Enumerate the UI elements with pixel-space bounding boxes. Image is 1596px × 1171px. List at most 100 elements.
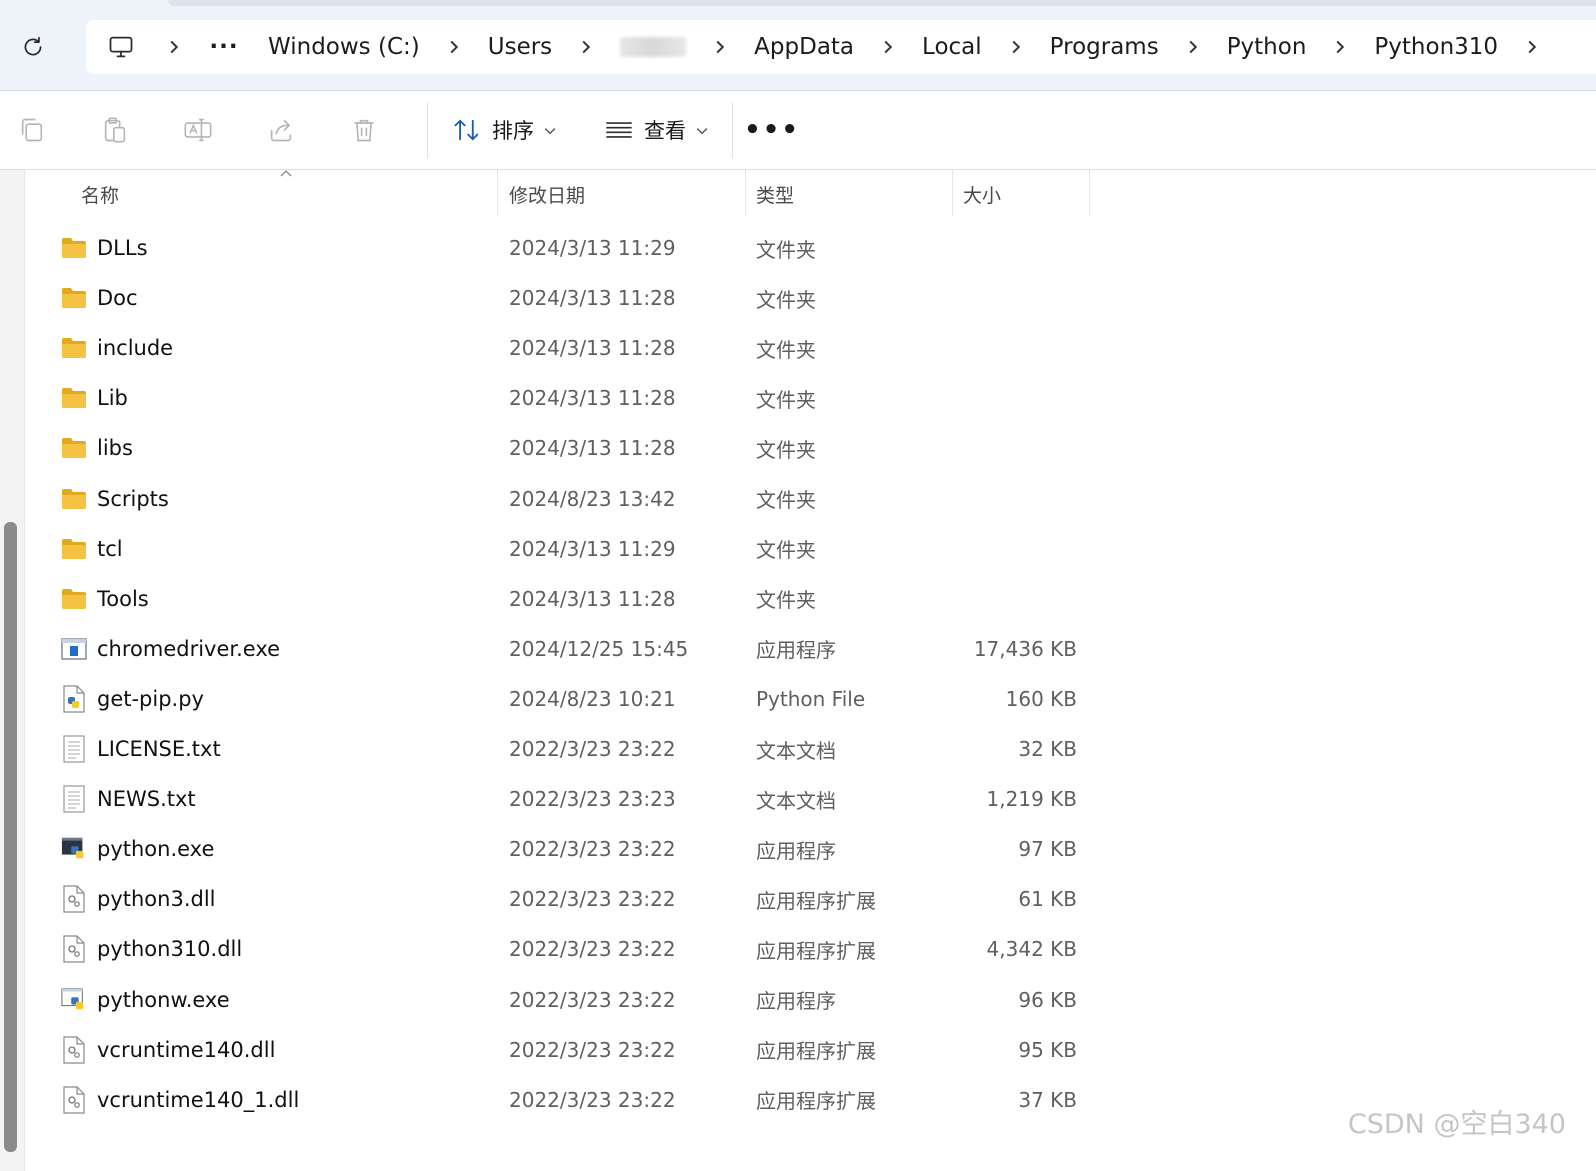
more-options-button[interactable]: ••• [744, 105, 799, 155]
file-name-cell[interactable]: python3.dll [61, 874, 216, 924]
text-file-icon [61, 785, 87, 813]
file-type: 应用程序 [756, 638, 836, 663]
file-row[interactable]: vcruntime140.dll 2022/3/23 23:22 应用程序扩展 95 … [25, 1025, 1596, 1075]
file-modified-date: 2022/3/23 23:22 [509, 887, 676, 912]
address-bar-region: ··· Windows (C:) Users AppData Local Pro… [0, 0, 1596, 91]
file-modified-date: 2024/3/13 11:29 [509, 536, 676, 561]
breadcrumb-separator[interactable] [858, 20, 918, 74]
breadcrumb-item-appdata[interactable]: AppData [750, 20, 858, 74]
delete-button[interactable] [344, 110, 384, 150]
python-app-icon [61, 836, 87, 862]
share-button[interactable] [261, 110, 301, 150]
breadcrumb-item-users[interactable]: Users [484, 20, 556, 74]
file-name-cell[interactable]: python310.dll [61, 924, 242, 974]
file-name-cell[interactable]: pythonw.exe [61, 975, 230, 1025]
file-row[interactable]: pythonw.exe 2022/3/23 23:22 应用程序 96 KB [25, 975, 1596, 1025]
breadcrumb-separator[interactable] [690, 20, 750, 74]
file-row[interactable]: python310.dll 2022/3/23 23:22 应用程序扩展 4,342 … [25, 924, 1596, 974]
share-icon [270, 119, 292, 142]
paste-button[interactable] [95, 110, 135, 150]
file-name-cell[interactable]: libs [61, 423, 133, 473]
view-list-icon [606, 122, 632, 138]
file-row[interactable]: python.exe 2022/3/23 23:22 应用程序 97 KB [25, 824, 1596, 874]
column-header-size[interactable]: 大小 [963, 170, 1001, 218]
breadcrumb-separator[interactable] [424, 20, 484, 74]
file-name-cell[interactable]: DLLs [61, 223, 148, 273]
breadcrumb-separator[interactable] [986, 20, 1046, 74]
file-row[interactable]: NEWS.txt 2022/3/23 23:23 文本文档 1,219 KB [25, 774, 1596, 824]
file-modified-date: 2022/3/23 23:22 [509, 1087, 676, 1112]
column-divider[interactable] [1089, 170, 1090, 216]
file-type: 文本文档 [756, 738, 836, 763]
file-name-cell[interactable]: get-pip.py [61, 674, 204, 724]
sort-ascending-indicator-icon [280, 170, 292, 177]
file-row[interactable]: LICENSE.txt 2022/3/23 23:22 文本文档 32 KB [25, 724, 1596, 774]
breadcrumb-item-local[interactable]: Local [918, 20, 986, 74]
column-divider[interactable] [952, 170, 953, 216]
file-size: 17,436 KB [973, 636, 1077, 661]
file-name: libs [97, 436, 133, 461]
file-type: 应用程序扩展 [756, 1039, 876, 1064]
navigation-pane-scrollbar[interactable] [0, 170, 25, 1171]
file-row[interactable]: Scripts 2024/8/23 13:42 文件夹 [25, 474, 1596, 524]
file-row[interactable]: get-pip.py 2024/8/23 10:21 Python File 160 … [25, 674, 1596, 724]
column-header-modified[interactable]: 修改日期 [509, 170, 585, 218]
file-name-cell[interactable]: python.exe [61, 824, 214, 874]
breadcrumb-item-username-redacted[interactable] [616, 20, 690, 74]
file-name-cell[interactable]: chromedriver.exe [61, 624, 280, 674]
column-header-type[interactable]: 类型 [756, 170, 794, 218]
breadcrumb-separator[interactable] [556, 20, 616, 74]
breadcrumb-overflow-button[interactable]: ··· [192, 20, 256, 74]
file-type: 文本文档 [756, 788, 836, 813]
file-name: vcruntime140_1.dll [97, 1087, 300, 1112]
redacted-username-blur [620, 37, 687, 57]
sort-button[interactable]: 排序 [440, 105, 568, 155]
rename-button[interactable] [178, 110, 218, 150]
file-name-cell[interactable]: LICENSE.txt [61, 724, 221, 774]
python-file-icon [61, 685, 87, 713]
file-explorer-window: ··· Windows (C:) Users AppData Local Pro… [0, 0, 1596, 1171]
file-name-cell[interactable]: Scripts [61, 474, 169, 524]
file-row[interactable]: Doc 2024/3/13 11:28 文件夹 [25, 273, 1596, 323]
file-name-cell[interactable]: include [61, 323, 173, 373]
file-row[interactable]: python3.dll 2022/3/23 23:22 应用程序扩展 61 KB [25, 874, 1596, 924]
file-name-cell[interactable]: Doc [61, 273, 138, 323]
breadcrumb-separator[interactable] [156, 20, 192, 74]
view-button[interactable]: 查看 [592, 105, 720, 155]
file-row[interactable]: include 2024/3/13 11:28 文件夹 [25, 323, 1596, 373]
folder-icon [61, 385, 87, 411]
breadcrumb-item-python310[interactable]: Python310 [1370, 20, 1502, 74]
file-row[interactable]: DLLs 2024/3/13 11:29 文件夹 [25, 223, 1596, 273]
scrollbar-thumb[interactable] [4, 522, 17, 1152]
column-header-name[interactable]: 名称 [81, 170, 119, 218]
this-pc-button[interactable] [86, 20, 156, 74]
file-name-cell[interactable]: tcl [61, 524, 123, 574]
breadcrumb-item-programs[interactable]: Programs [1046, 20, 1163, 74]
file-name: pythonw.exe [97, 987, 230, 1012]
file-row[interactable]: Tools 2024/3/13 11:28 文件夹 [25, 574, 1596, 624]
folder-icon [61, 486, 87, 512]
file-row[interactable]: chromedriver.exe 2024/12/25 15:45 应用程序 17,4… [25, 624, 1596, 674]
column-divider[interactable] [497, 170, 498, 216]
text-file-icon [61, 735, 87, 763]
file-name-cell[interactable]: Tools [61, 574, 149, 624]
file-name: get-pip.py [97, 686, 204, 711]
file-name-cell[interactable]: vcruntime140.dll [61, 1025, 275, 1075]
breadcrumb-item-python[interactable]: Python [1223, 20, 1311, 74]
copy-button[interactable] [12, 110, 52, 150]
refresh-button[interactable] [12, 26, 54, 68]
chevron-right-icon [884, 40, 893, 54]
file-row[interactable]: tcl 2024/3/13 11:29 文件夹 [25, 524, 1596, 574]
breadcrumb[interactable]: ··· Windows (C:) Users AppData Local Pro… [86, 20, 1596, 74]
column-divider[interactable] [745, 170, 746, 216]
folder-icon [61, 285, 87, 311]
file-row[interactable]: libs 2024/3/13 11:28 文件夹 [25, 423, 1596, 473]
breadcrumb-separator[interactable] [1502, 20, 1562, 74]
file-name-cell[interactable]: NEWS.txt [61, 774, 196, 824]
breadcrumb-separator[interactable] [1163, 20, 1223, 74]
file-name-cell[interactable]: vcruntime140_1.dll [61, 1075, 299, 1125]
breadcrumb-separator[interactable] [1310, 20, 1370, 74]
file-row[interactable]: Lib 2024/3/13 11:28 文件夹 [25, 373, 1596, 423]
file-name-cell[interactable]: Lib [61, 373, 128, 423]
breadcrumb-item-windows-c[interactable]: Windows (C:) [264, 20, 424, 74]
